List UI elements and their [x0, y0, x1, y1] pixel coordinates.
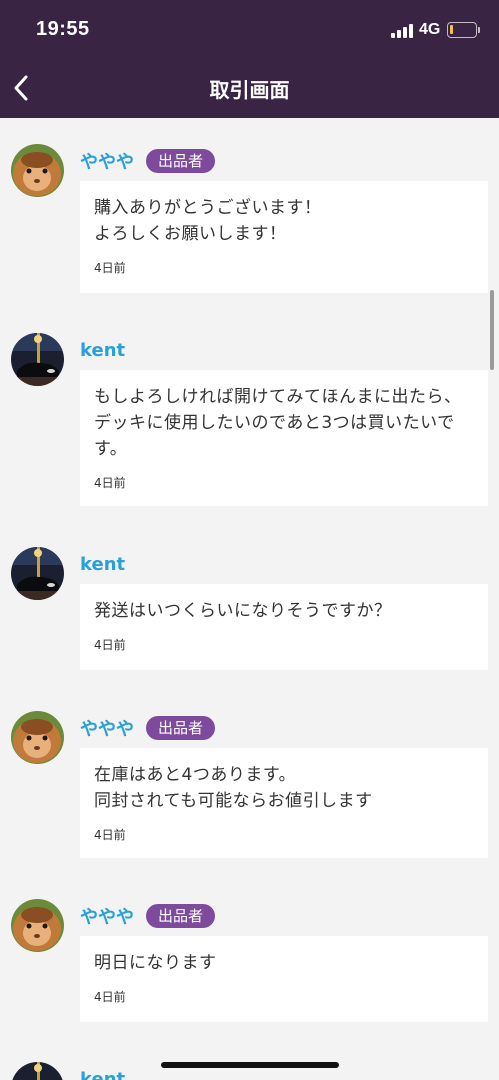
- battery-icon: [447, 22, 480, 38]
- message-time: 4日前: [94, 638, 126, 652]
- message-text: 購入ありがとうございます！ よろしくお願いします！: [94, 198, 322, 244]
- sender-row: ややや 出品者: [80, 148, 216, 174]
- sender-name[interactable]: ややや: [80, 715, 134, 741]
- sender-row: kent: [80, 337, 125, 363]
- message-text: 発送はいつくらいになりそうですか？: [94, 601, 392, 621]
- guinea-pig-avatar[interactable]: [11, 711, 64, 764]
- home-indicator[interactable]: [161, 1062, 339, 1068]
- scroll-indicator[interactable]: [490, 290, 494, 370]
- seller-badge: 出品者: [146, 716, 216, 740]
- message-bubble: もしよろしければ開けてみてほんまに出たら、デッキに使用したいのであと3つは買いた…: [80, 370, 488, 506]
- message-bubble: 購入ありがとうございます！ よろしくお願いします！ 4日前: [80, 181, 488, 293]
- sender-name[interactable]: ややや: [80, 903, 134, 929]
- message-time: 4日前: [94, 476, 126, 490]
- sender-row: ややや 出品者: [80, 903, 216, 929]
- guinea-pig-avatar[interactable]: [11, 144, 64, 197]
- page-title: 取引画面: [209, 78, 290, 102]
- status-bar: 19:55 4G: [0, 0, 499, 62]
- sender-name[interactable]: ややや: [80, 148, 134, 174]
- message-text: 在庫はあと4つあります。 同封されても可能ならお値引します: [94, 765, 373, 811]
- message-time: 4日前: [94, 828, 126, 842]
- message-time: 4日前: [94, 261, 126, 275]
- sender-name[interactable]: kent: [80, 554, 125, 575]
- signal-icon: [391, 23, 413, 38]
- sender-row: ややや 出品者: [80, 715, 216, 741]
- message-text: 明日になります: [94, 953, 217, 973]
- status-time: 19:55: [36, 18, 90, 40]
- night-car-avatar[interactable]: [11, 1062, 64, 1080]
- night-car-avatar[interactable]: [11, 333, 64, 386]
- sender-row: kent: [80, 551, 125, 577]
- seller-badge: 出品者: [146, 149, 216, 173]
- header: 19:55 4G 取引画面: [0, 0, 499, 118]
- sender-name[interactable]: kent: [80, 1069, 125, 1080]
- night-car-avatar[interactable]: [11, 547, 64, 600]
- guinea-pig-avatar[interactable]: [11, 899, 64, 952]
- network-type: 4G: [419, 21, 441, 38]
- message-time: 4日前: [94, 990, 126, 1004]
- sender-name[interactable]: kent: [80, 340, 125, 361]
- battery-level: [450, 25, 453, 34]
- seller-badge: 出品者: [146, 904, 216, 928]
- message-bubble: 発送はいつくらいになりそうですか？ 4日前: [80, 584, 488, 670]
- sender-row: kent: [80, 1066, 125, 1080]
- message-text: もしよろしければ開けてみてほんまに出たら、デッキに使用したいのであと3つは買いた…: [94, 387, 462, 459]
- message-bubble: 在庫はあと4つあります。 同封されても可能ならお値引します 4日前: [80, 748, 488, 858]
- message-bubble: 明日になります 4日前: [80, 936, 488, 1022]
